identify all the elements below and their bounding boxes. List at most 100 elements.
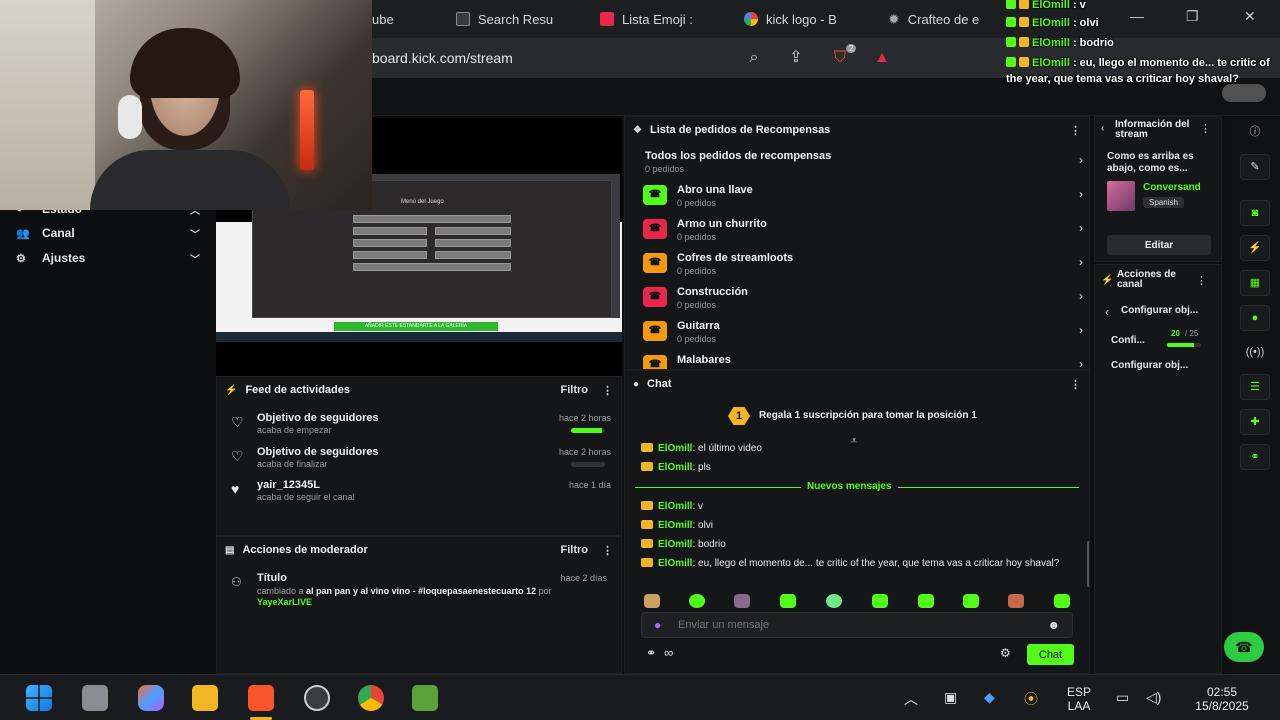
- users-icon[interactable]: ⚭: [1240, 444, 1270, 470]
- reward-icon: ☎: [643, 355, 667, 369]
- back-icon[interactable]: ‹: [1105, 305, 1109, 319]
- chat-input[interactable]: [678, 616, 1038, 634]
- sidebar-item-ajustes[interactable]: ⚙ Ajustes ﹀: [16, 247, 200, 269]
- chevron-up-icon[interactable]: ‹: [1101, 123, 1104, 134]
- edit-stream-button[interactable]: Editar: [1107, 235, 1211, 255]
- share-icon[interactable]: ⇪: [786, 48, 806, 68]
- folder-icon[interactable]: [192, 685, 218, 711]
- stream-description: Como es arriba es abajo, como es...: [1107, 151, 1194, 174]
- rewards-all-row[interactable]: Todos los pedidos de recompensas 0 pedid…: [643, 149, 1083, 179]
- camera-icon[interactable]: ◙: [1240, 200, 1270, 226]
- more-icon[interactable]: ⋮: [1200, 122, 1211, 135]
- network-icon[interactable]: ▭: [1116, 689, 1129, 706]
- bolt-icon[interactable]: ⚡: [1240, 235, 1270, 261]
- headset-help-icon[interactable]: ☎: [1224, 632, 1264, 662]
- chat-username[interactable]: ElOmill: [658, 501, 692, 512]
- reward-icon: ☎: [643, 219, 667, 239]
- reward-item[interactable]: ☎ Abro una llave 0 pedidos ›: [643, 183, 1083, 213]
- tab-crafteo[interactable]: ✹ Crafteo de e: [888, 7, 1000, 31]
- emote-icon[interactable]: [689, 594, 705, 608]
- emote-icon[interactable]: [963, 594, 979, 608]
- pencil-icon[interactable]: ✎: [1240, 154, 1270, 180]
- emote-icon[interactable]: [1008, 594, 1024, 608]
- info-icon[interactable]: ⓘ: [1240, 120, 1270, 146]
- mod-text-user[interactable]: YayeXarLIVE: [257, 597, 312, 607]
- emote-icon[interactable]: [780, 594, 796, 608]
- preview-banner: AÑADIR ESTE ESTANDARTE A LA GALERÍA: [334, 322, 498, 331]
- infinity-icon[interactable]: ∞: [664, 645, 673, 660]
- more-icon[interactable]: ⋮: [602, 384, 613, 397]
- more-icon[interactable]: ⋮: [602, 544, 613, 557]
- crown-icon: [641, 443, 653, 452]
- chat-username[interactable]: ElOmill: [658, 558, 692, 569]
- chevron-up-icon[interactable]: ︿: [904, 689, 918, 709]
- goal-label[interactable]: Confi...: [1111, 335, 1145, 346]
- clipboard-icon[interactable]: ▣: [944, 689, 957, 706]
- emote-icon[interactable]: [644, 594, 660, 608]
- volume-icon[interactable]: ◁): [1146, 689, 1161, 706]
- configure-goal-item[interactable]: Configurar obj...: [1111, 360, 1188, 371]
- chat-username[interactable]: ElOmill: [658, 520, 692, 531]
- microphone-icon[interactable]: ●: [654, 618, 661, 632]
- tab-youtube[interactable]: ube: [372, 7, 432, 31]
- more-icon[interactable]: ⋮: [1070, 378, 1081, 391]
- reward-item[interactable]: ☎ Armo un churrito 0 pedidos ›: [643, 217, 1083, 247]
- filter-button[interactable]: Filtro: [561, 544, 589, 556]
- reward-item[interactable]: ☎ Construcción 0 pedidos ›: [643, 285, 1083, 315]
- chrome-icon[interactable]: [358, 685, 384, 711]
- emote-icon[interactable]: [918, 594, 934, 608]
- send-chat-button[interactable]: Chat: [1027, 644, 1074, 665]
- tab-search-results[interactable]: Search Resu: [456, 7, 568, 31]
- minecraft-icon[interactable]: [412, 685, 438, 711]
- chat-username[interactable]: ElOmill: [658, 462, 692, 473]
- vpn-icon[interactable]: ◆: [984, 689, 995, 706]
- chat-username[interactable]: ElOmill: [658, 443, 692, 454]
- chat-scrollbar[interactable]: [1087, 541, 1089, 587]
- emoji-icon[interactable]: ☻: [1047, 618, 1060, 632]
- copilot-icon[interactable]: [138, 685, 164, 711]
- more-icon[interactable]: ⋮: [1196, 274, 1207, 287]
- language-indicator[interactable]: ESP LAA: [1062, 685, 1096, 713]
- chat-bubble-icon[interactable]: ●: [1240, 305, 1270, 331]
- note-icon[interactable]: ▦: [1240, 270, 1270, 296]
- clock[interactable]: 02:55 15/8/2025: [1182, 685, 1262, 713]
- panel-title: Feed de actividades: [245, 384, 350, 396]
- reward-sub: 0 pedidos: [677, 198, 717, 208]
- microphone-icon[interactable]: ⦿: [1024, 689, 1038, 709]
- users-icon: 👥: [16, 227, 30, 240]
- server-icon[interactable]: ☰: [1240, 374, 1270, 400]
- gear-icon[interactable]: ⚙: [1000, 646, 1011, 660]
- reward-item[interactable]: ☎ Malabares ›: [643, 353, 1083, 369]
- webcam-lamp: [300, 90, 314, 170]
- overlay-text: : v: [1069, 0, 1086, 11]
- brave-rewards-icon[interactable]: ▲: [872, 48, 892, 68]
- tab-kick-logo[interactable]: kick logo - B: [744, 7, 860, 31]
- emote-icon[interactable]: [734, 594, 750, 608]
- file-explorer-icon[interactable]: [82, 685, 108, 711]
- more-icon[interactable]: ⋮: [1070, 124, 1081, 137]
- tab-label: Search Resu: [478, 11, 554, 27]
- reward-item[interactable]: ☎ Cofres de streamloots 0 pedidos ›: [643, 251, 1083, 281]
- configure-goal-back[interactable]: Configurar obj...: [1121, 305, 1198, 316]
- webcam-person-hair: [130, 28, 240, 98]
- category-thumbnail[interactable]: [1107, 181, 1135, 211]
- obs-icon[interactable]: [304, 685, 330, 711]
- windows-start-icon[interactable]: [26, 685, 52, 711]
- tab-emoji-list[interactable]: Lista Emoji :: [600, 7, 712, 31]
- kick-badge-icon: [1006, 0, 1016, 9]
- filter-button[interactable]: Filtro: [561, 384, 589, 396]
- reward-item[interactable]: ☎ Guitarra 0 pedidos ›: [643, 319, 1083, 349]
- broadcast-icon[interactable]: ((•)): [1240, 340, 1270, 366]
- chat-text: : el último video: [692, 443, 762, 454]
- sidebar-item-canal[interactable]: 👥 Canal ﹀: [16, 222, 200, 244]
- stream-category[interactable]: Conversand: [1143, 182, 1201, 193]
- chat-username[interactable]: ElOmill: [658, 539, 692, 550]
- zoom-icon[interactable]: ⌕: [744, 48, 764, 68]
- emote-icon[interactable]: [1054, 594, 1070, 608]
- url-field[interactable]: board.kick.com/stream: [372, 50, 513, 66]
- users-icon[interactable]: ⚭: [646, 646, 656, 660]
- emote-icon[interactable]: [872, 594, 888, 608]
- brave-browser-icon[interactable]: [248, 685, 274, 711]
- emote-icon[interactable]: [826, 594, 842, 608]
- wrench-icon[interactable]: ✚: [1240, 409, 1270, 435]
